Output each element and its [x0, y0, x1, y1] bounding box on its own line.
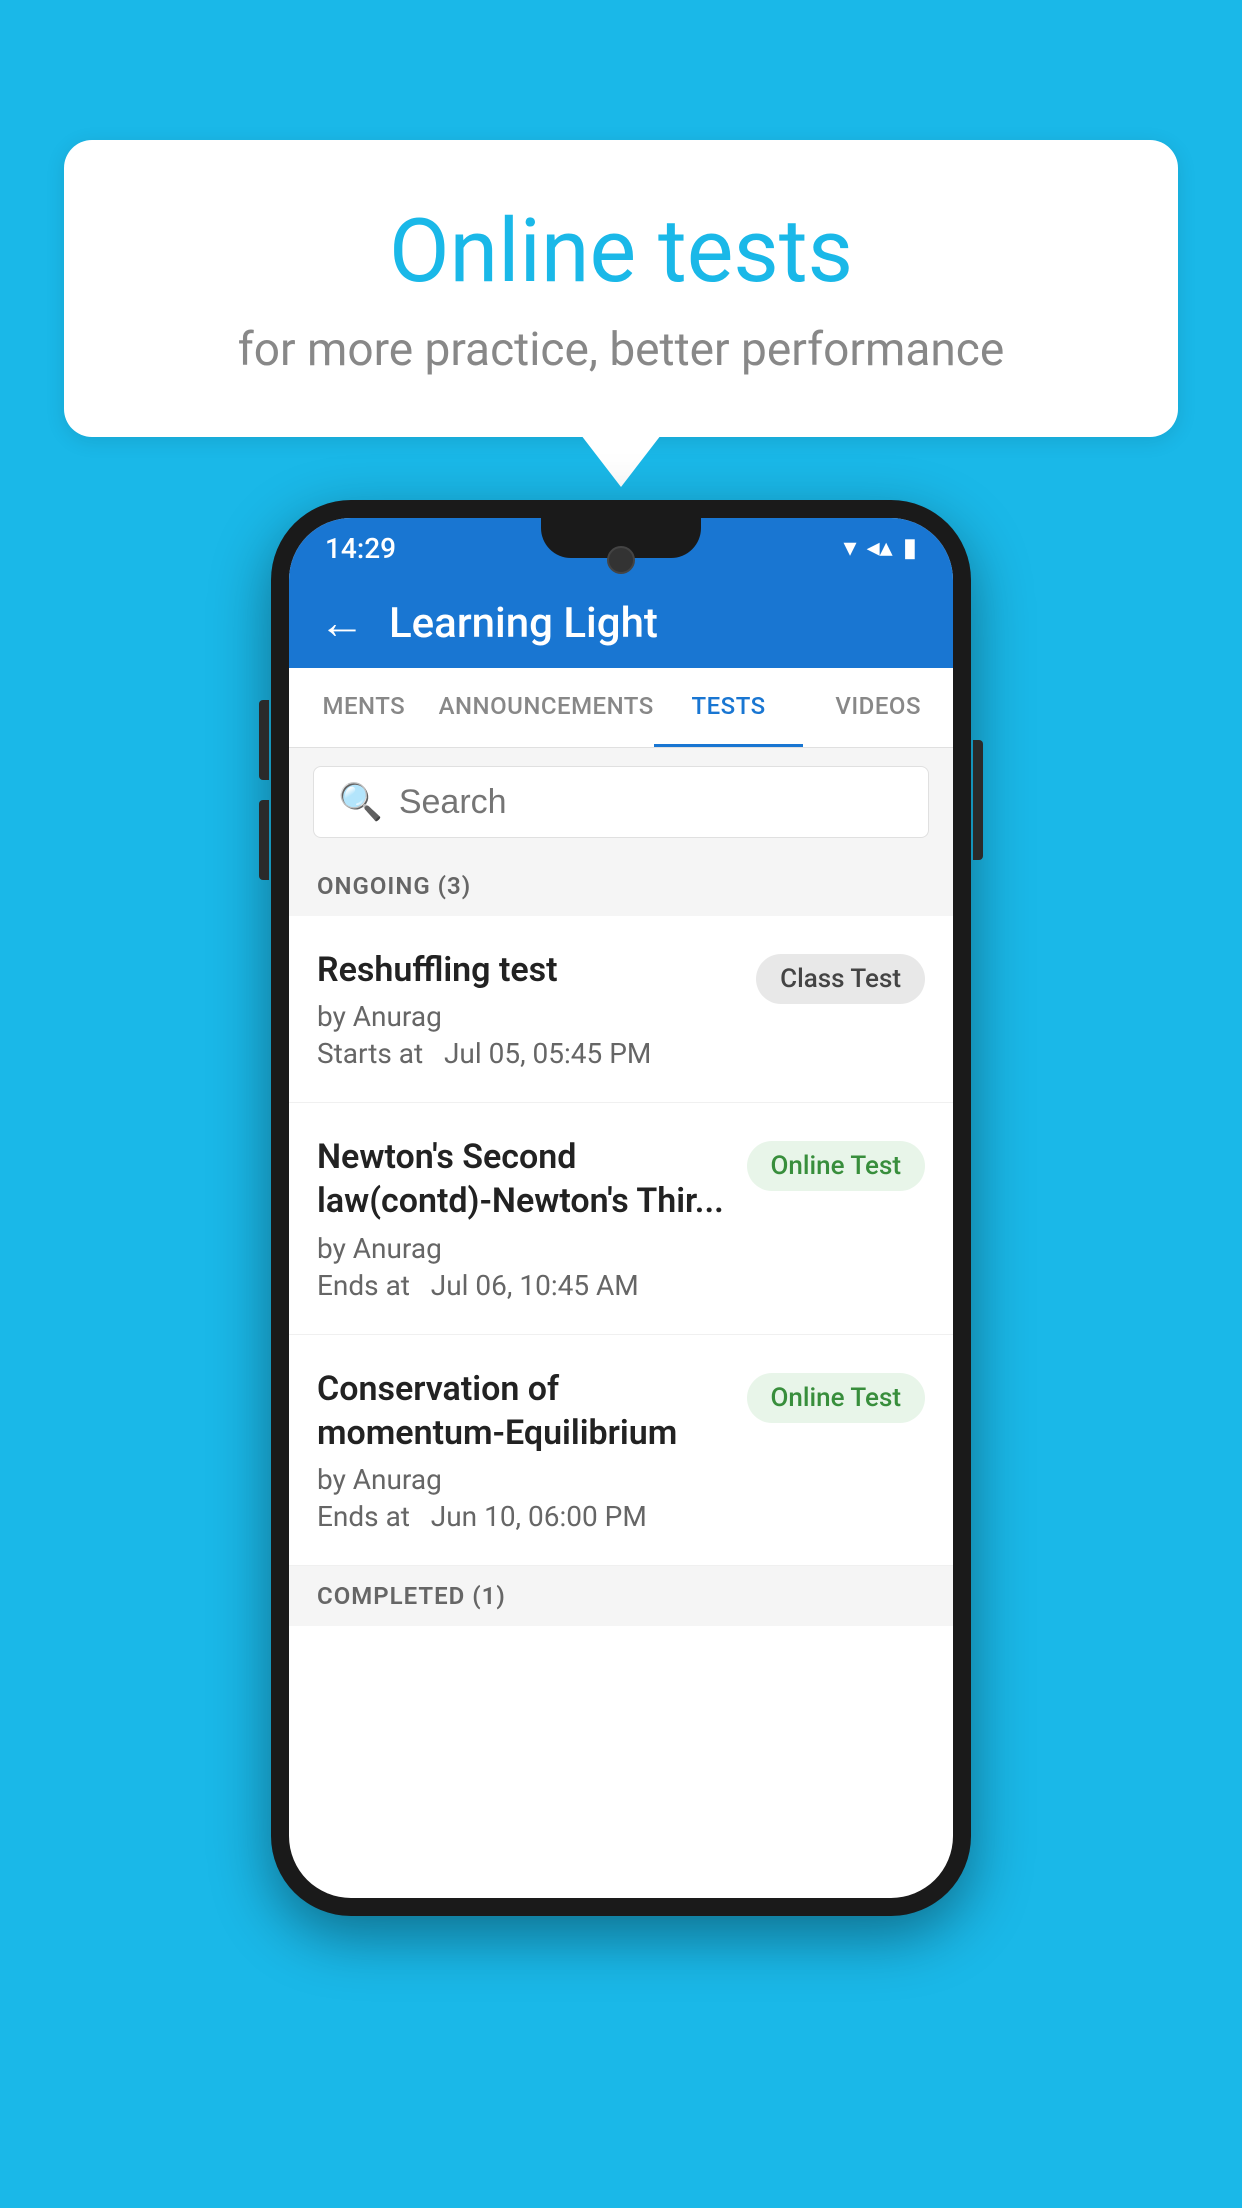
- phone-button-volume-up: [259, 700, 269, 780]
- completed-label: COMPLETED (1): [317, 1582, 506, 1610]
- phone-button-power: [973, 740, 983, 860]
- status-icons: ▾ ◂▴ ▮: [844, 533, 917, 563]
- test-author-1: by Anurag: [317, 1000, 740, 1033]
- phone-camera: [607, 546, 635, 574]
- test-item[interactable]: Newton's Second law(contd)-Newton's Thir…: [289, 1103, 953, 1334]
- tab-announcements[interactable]: ANNOUNCEMENTS: [439, 668, 654, 747]
- tab-videos[interactable]: VIDEOS: [803, 668, 953, 747]
- bubble-title: Online tests: [144, 200, 1098, 303]
- battery-icon: ▮: [903, 533, 917, 563]
- tab-tests-label: TESTS: [691, 692, 765, 720]
- phone-container: 14:29 ▾ ◂▴ ▮ ← Learning Light MENTS ANNO…: [271, 500, 971, 1916]
- speech-bubble-container: Online tests for more practice, better p…: [64, 140, 1178, 437]
- phone-screen: 14:29 ▾ ◂▴ ▮ ← Learning Light MENTS ANNO…: [289, 518, 953, 1898]
- test-badge-1: Class Test: [756, 954, 925, 1004]
- test-author-3: by Anurag: [317, 1463, 731, 1496]
- tab-announcements-label: ANNOUNCEMENTS: [439, 692, 654, 720]
- test-name-1: Reshuffling test: [317, 948, 740, 992]
- tabs-bar: MENTS ANNOUNCEMENTS TESTS VIDEOS: [289, 668, 953, 748]
- tab-tests[interactable]: TESTS: [654, 668, 804, 747]
- test-list: Reshuffling test by Anurag Starts at Jul…: [289, 916, 953, 1566]
- test-item[interactable]: Reshuffling test by Anurag Starts at Jul…: [289, 916, 953, 1103]
- ongoing-label: ONGOING (3): [317, 872, 471, 900]
- test-badge-2: Online Test: [747, 1141, 926, 1191]
- app-header: ← Learning Light: [289, 578, 953, 668]
- search-wrapper: 🔍: [313, 766, 929, 838]
- phone-button-volume-down: [259, 800, 269, 880]
- bubble-subtitle: for more practice, better performance: [144, 323, 1098, 377]
- test-author-2: by Anurag: [317, 1232, 731, 1265]
- tab-ments[interactable]: MENTS: [289, 668, 439, 747]
- app-title: Learning Light: [389, 599, 658, 648]
- back-button[interactable]: ←: [319, 600, 365, 646]
- test-info-3: Conservation of momentum-Equilibrium by …: [317, 1367, 731, 1533]
- test-badge-3: Online Test: [747, 1373, 926, 1423]
- completed-section-header: COMPLETED (1): [289, 1566, 953, 1626]
- speech-bubble: Online tests for more practice, better p…: [64, 140, 1178, 437]
- test-time-3: Ends at Jun 10, 06:00 PM: [317, 1500, 731, 1533]
- test-info-2: Newton's Second law(contd)-Newton's Thir…: [317, 1135, 731, 1301]
- phone-frame: 14:29 ▾ ◂▴ ▮ ← Learning Light MENTS ANNO…: [271, 500, 971, 1916]
- test-info-1: Reshuffling test by Anurag Starts at Jul…: [317, 948, 740, 1070]
- phone-notch: [541, 518, 701, 558]
- wifi-icon: ▾: [844, 533, 857, 563]
- test-item[interactable]: Conservation of momentum-Equilibrium by …: [289, 1335, 953, 1566]
- tab-videos-label: VIDEOS: [835, 692, 921, 720]
- search-container: 🔍: [289, 748, 953, 856]
- test-name-3: Conservation of momentum-Equilibrium: [317, 1367, 731, 1455]
- search-icon: 🔍: [338, 781, 383, 823]
- test-time-1: Starts at Jul 05, 05:45 PM: [317, 1037, 740, 1070]
- test-name-2: Newton's Second law(contd)-Newton's Thir…: [317, 1135, 731, 1223]
- status-time: 14:29: [325, 532, 396, 565]
- tab-ments-label: MENTS: [322, 692, 405, 720]
- ongoing-section-header: ONGOING (3): [289, 856, 953, 916]
- search-input[interactable]: [399, 783, 904, 822]
- test-time-2: Ends at Jul 06, 10:45 AM: [317, 1269, 731, 1302]
- signal-icon: ◂▴: [867, 533, 893, 563]
